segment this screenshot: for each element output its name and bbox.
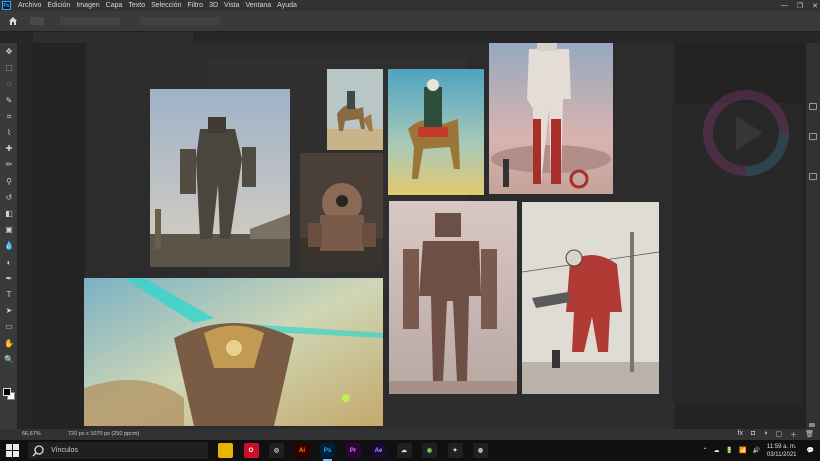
search-icon <box>32 444 44 456</box>
close-button[interactable]: ✕ <box>812 2 818 10</box>
healing-brush-tool-icon[interactable]: ✚ <box>4 144 14 154</box>
foreground-color-swatch[interactable] <box>3 388 11 396</box>
premiere-icon[interactable]: Pr <box>345 443 361 458</box>
tool-preset-picker[interactable] <box>30 17 44 25</box>
cloud-icon[interactable]: ☁ <box>713 447 719 454</box>
photoshop-icon[interactable]: Ps <box>320 443 335 461</box>
clock-date: 03/11/2021 <box>766 451 797 458</box>
path-select-tool-icon[interactable]: ➤ <box>4 306 14 316</box>
menu-bar: Ps Archivo Edición Imagen Capa Texto Sel… <box>0 0 820 11</box>
document-info[interactable]: 720 px x 1070 px (250 ppcm) <box>68 431 139 437</box>
after-effects-icon[interactable]: Ae <box>371 443 386 458</box>
pen-tool-icon[interactable]: ✒ <box>4 274 14 284</box>
image-red-mech-gun[interactable] <box>522 202 659 394</box>
notification-icon[interactable]: 💬 <box>807 447 814 454</box>
app-icon[interactable]: ☁ <box>396 443 412 458</box>
option-control[interactable] <box>60 17 120 25</box>
image-red-robot[interactable] <box>489 43 613 194</box>
mask-button[interactable]: ◘ <box>751 430 755 440</box>
move-tool-icon[interactable]: ✥ <box>4 47 14 57</box>
volume-icon[interactable]: 🔊 <box>752 447 759 454</box>
blur-tool-icon[interactable]: 💧 <box>4 241 14 251</box>
minimize-button[interactable]: — <box>781 2 788 9</box>
zoom-level[interactable]: 66,67% <box>22 431 41 437</box>
crop-tool-icon[interactable]: ⌗ <box>4 112 14 122</box>
menu-seleccion[interactable]: Selección <box>148 2 184 9</box>
menu-3d[interactable]: 3D <box>206 2 221 9</box>
new-layer-button[interactable]: ＋ <box>790 430 797 440</box>
layer-buttons: fx ◘ ◑ ▢ ＋ 🗑 <box>738 430 814 440</box>
gradient-tool-icon[interactable]: ▣ <box>4 225 14 235</box>
clock-time: 11:59 a. m. <box>766 443 797 450</box>
menu-filtro[interactable]: Filtro <box>185 2 207 9</box>
tools-panel: ✥ ⬚ ◌ ✎ ⌗ ⌇ ✚ ✏ ⚲ ↺ ◧ ▣ 💧 ◐ ✒ T ➤ ▭ ✋ 🔍 <box>0 43 18 429</box>
image-golden-mech-beams[interactable] <box>84 278 383 426</box>
image-robot-cannon[interactable] <box>300 153 383 271</box>
shape-tool-icon[interactable]: ▭ <box>4 322 14 332</box>
chevron-up-icon[interactable]: ⌃ <box>702 447 707 454</box>
illustrator-icon[interactable]: Ai <box>294 443 310 458</box>
photoshop-window: Ps Archivo Edición Imagen Capa Texto Sel… <box>0 0 820 461</box>
panel-icon[interactable] <box>809 423 815 427</box>
color-wheel-ghost <box>703 90 789 176</box>
windows-start-icon[interactable] <box>6 444 19 457</box>
lasso-tool-icon[interactable]: ◌ <box>4 79 14 89</box>
home-icon[interactable] <box>8 16 18 26</box>
zoom-tool-icon[interactable]: 🔍 <box>4 355 14 365</box>
trash-icon[interactable]: 🗑 <box>805 430 814 440</box>
menu-capa[interactable]: Capa <box>103 2 126 9</box>
taskbar-search[interactable]: Vínculos <box>28 442 208 459</box>
menu-texto[interactable]: Texto <box>125 2 148 9</box>
clone-stamp-tool-icon[interactable]: ⚲ <box>4 177 14 187</box>
image-rusty-robot[interactable] <box>389 201 517 394</box>
canvas-area[interactable] <box>33 43 806 429</box>
image-mech-city[interactable] <box>150 89 290 267</box>
window-controls: — ❐ ✕ <box>781 0 818 11</box>
fx-button[interactable]: fx <box>738 430 743 440</box>
panel-icon[interactable] <box>809 173 817 180</box>
app-icon[interactable]: ◍ <box>473 443 488 458</box>
panel-icon[interactable] <box>809 103 817 110</box>
menu-imagen[interactable]: Imagen <box>73 2 102 9</box>
clock[interactable]: 11:59 a. m. 03/11/2021 <box>767 443 797 459</box>
document-tab[interactable] <box>33 32 193 43</box>
panel-icon[interactable] <box>809 133 817 140</box>
menu-ayuda[interactable]: Ayuda <box>274 2 300 9</box>
history-brush-tool-icon[interactable]: ↺ <box>4 193 14 203</box>
app-icon[interactable]: ◎ <box>269 443 284 458</box>
brush-tool-icon[interactable]: ✏ <box>4 160 14 170</box>
photoshop-logo: Ps <box>2 1 11 10</box>
file-explorer-icon[interactable] <box>218 443 233 458</box>
system-tray: ⌃ ☁ 🔋 📶 🔊 11:59 a. m. 03/11/2021 💬 <box>699 440 820 461</box>
menu-vista[interactable]: Vista <box>221 2 242 9</box>
opera-icon[interactable]: O <box>243 443 259 458</box>
type-tool-icon[interactable]: T <box>4 290 14 300</box>
adjustment-button[interactable]: ◑ <box>763 430 767 440</box>
menu-edicion[interactable]: Edición <box>44 2 73 9</box>
status-bar: 66,67% 720 px x 1070 px (250 ppcm) fx ◘ … <box>0 429 820 440</box>
hand-tool-icon[interactable]: ✋ <box>4 339 14 349</box>
menu-archivo[interactable]: Archivo <box>15 2 44 9</box>
eraser-tool-icon[interactable]: ◧ <box>4 209 14 219</box>
app-icon[interactable]: ◉ <box>422 443 437 458</box>
option-control[interactable] <box>140 17 220 25</box>
image-camel-rider[interactable] <box>388 69 484 195</box>
marquee-tool-icon[interactable]: ⬚ <box>4 63 14 73</box>
windows-taskbar: Vínculos O ◎ Ai Ps Pr Ae ☁ ◉ ✦ ◍ ⌃ ☁ 🔋 📶 🔊 11:59 … <box>0 440 820 461</box>
quick-select-tool-icon[interactable]: ✎ <box>4 96 14 106</box>
maximize-button[interactable]: ❐ <box>797 2 803 10</box>
menu-ventana[interactable]: Ventana <box>242 2 274 9</box>
battery-icon[interactable]: 🔋 <box>725 447 732 454</box>
wifi-icon[interactable]: 📶 <box>739 447 746 454</box>
search-placeholder: Vínculos <box>51 447 78 454</box>
app-icon[interactable]: ✦ <box>447 443 463 458</box>
group-button[interactable]: ▢ <box>775 430 782 440</box>
eyedropper-tool-icon[interactable]: ⌇ <box>4 128 14 138</box>
right-panel-strip <box>806 43 820 429</box>
options-bar <box>0 11 820 32</box>
image-camel-rider-small[interactable] <box>327 69 383 150</box>
dodge-tool-icon[interactable]: ◐ <box>4 258 14 268</box>
